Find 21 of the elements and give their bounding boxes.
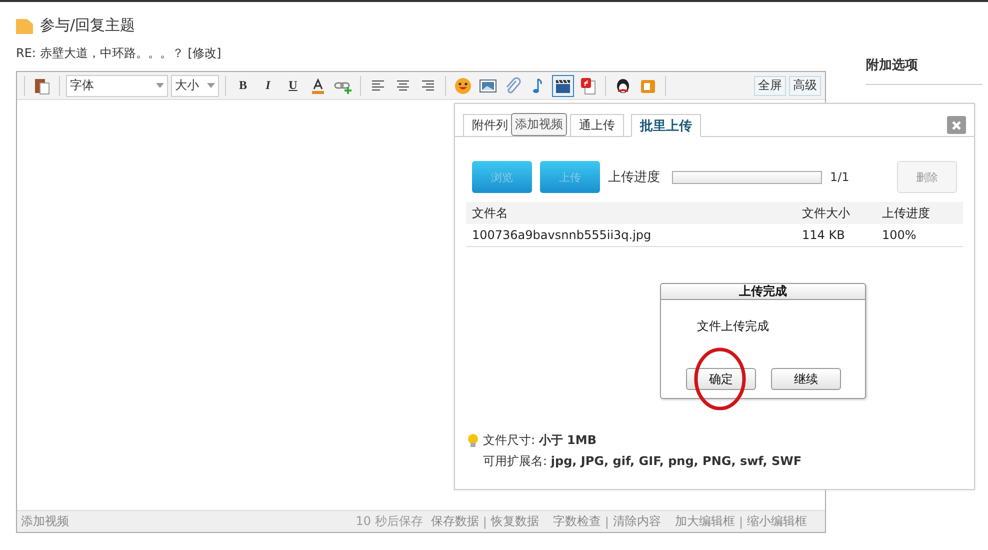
dialog-title: 上传完成	[739, 283, 787, 300]
progress-count: 1/1	[830, 170, 850, 184]
table-cell-text: 100736a9bavsnnb555ii3q.jpg	[472, 228, 652, 242]
tooltip: 添加视频	[511, 113, 567, 136]
note-text: 文件尺寸: 小于 1MB	[483, 432, 596, 449]
status-text: 添加视频	[21, 513, 69, 530]
note-text: 可用扩展名: jpg, JPG, gif, GIF, png, PNG, swf, SWF	[483, 453, 802, 470]
separator: |	[738, 514, 743, 528]
page-title: 参与/回复主题	[40, 16, 136, 35]
table-cell-text: 100%	[882, 228, 918, 242]
column-header: 文件名	[472, 204, 509, 222]
dialog-message: 文件上传完成	[697, 318, 770, 335]
subject-text: RE: 赤壁大道，中环路。。。？	[16, 45, 184, 62]
separator: |	[482, 514, 487, 528]
progress-label: 上传进度	[608, 169, 660, 186]
column-header: 上传进度	[882, 204, 931, 222]
sidebar-title: 附加选项	[866, 56, 982, 85]
separator: |	[604, 514, 609, 528]
column-header: 文件大小	[802, 204, 851, 222]
table-cell-text: 114 KB	[802, 228, 846, 242]
autosave-text: 10 秒后保存	[356, 513, 423, 530]
